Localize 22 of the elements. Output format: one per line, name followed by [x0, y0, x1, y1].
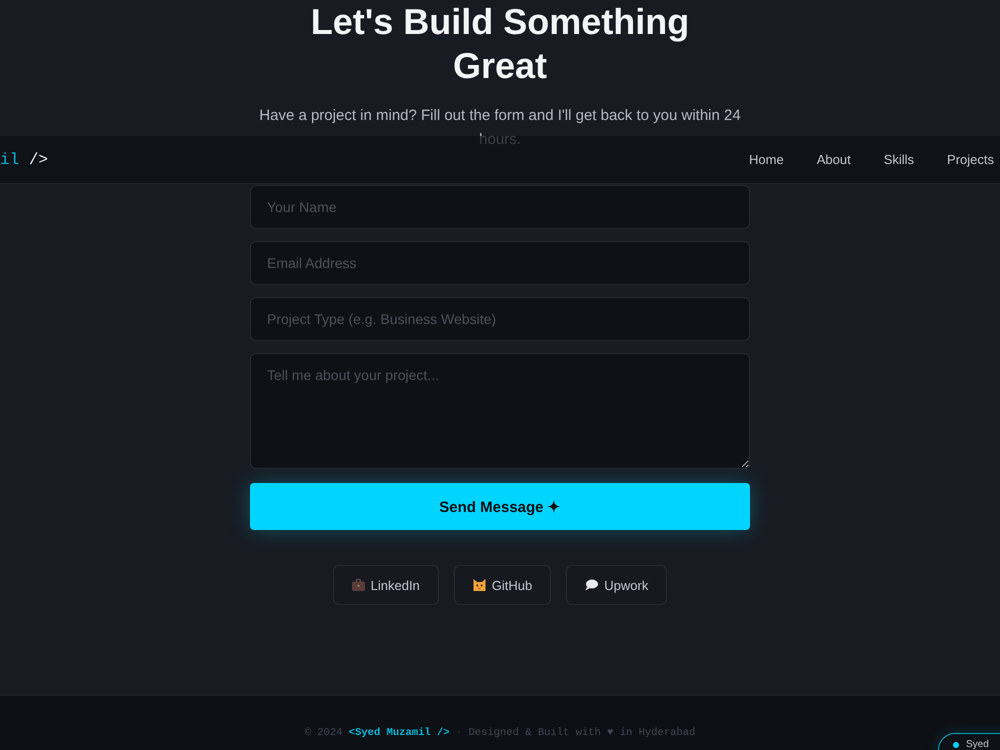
message-field[interactable]: Tell me about your project...	[250, 353, 750, 469]
logo[interactable]: il />	[0, 150, 48, 168]
floating-badge[interactable]: Syed	[938, 733, 1000, 750]
input-field[interactable]: Project Type (e.g. Business Website)	[250, 297, 750, 341]
nav-link[interactable]: Skills	[884, 152, 914, 167]
nav-link[interactable]: Home	[749, 152, 784, 167]
social-link[interactable]: LinkedIn	[332, 565, 439, 605]
footer-text: © 2024 <Syed Muzamil /> · Designed & Built with ♥ in Hyderabad	[304, 726, 696, 741]
author-link[interactable]: <Syed Muzamil />	[348, 727, 450, 739]
badge-label: Syed	[966, 739, 989, 750]
input-field[interactable]: Your Name	[250, 185, 750, 229]
nav-link[interactable]: About	[816, 152, 851, 167]
send-message-button[interactable]: Send Message ✦	[250, 483, 750, 530]
status-dot-icon	[953, 742, 959, 748]
speech-bubble-icon	[585, 579, 598, 591]
page-title: Let's Build Something Great	[310, 0, 690, 88]
social-link[interactable]: Upwork	[566, 565, 668, 605]
briefcase-icon	[352, 579, 365, 591]
input-field[interactable]: Email Address	[250, 241, 750, 285]
cat-face-icon	[472, 579, 486, 591]
social-link[interactable]: GitHub	[454, 565, 552, 605]
nav-link[interactable]: Projects	[947, 152, 994, 167]
